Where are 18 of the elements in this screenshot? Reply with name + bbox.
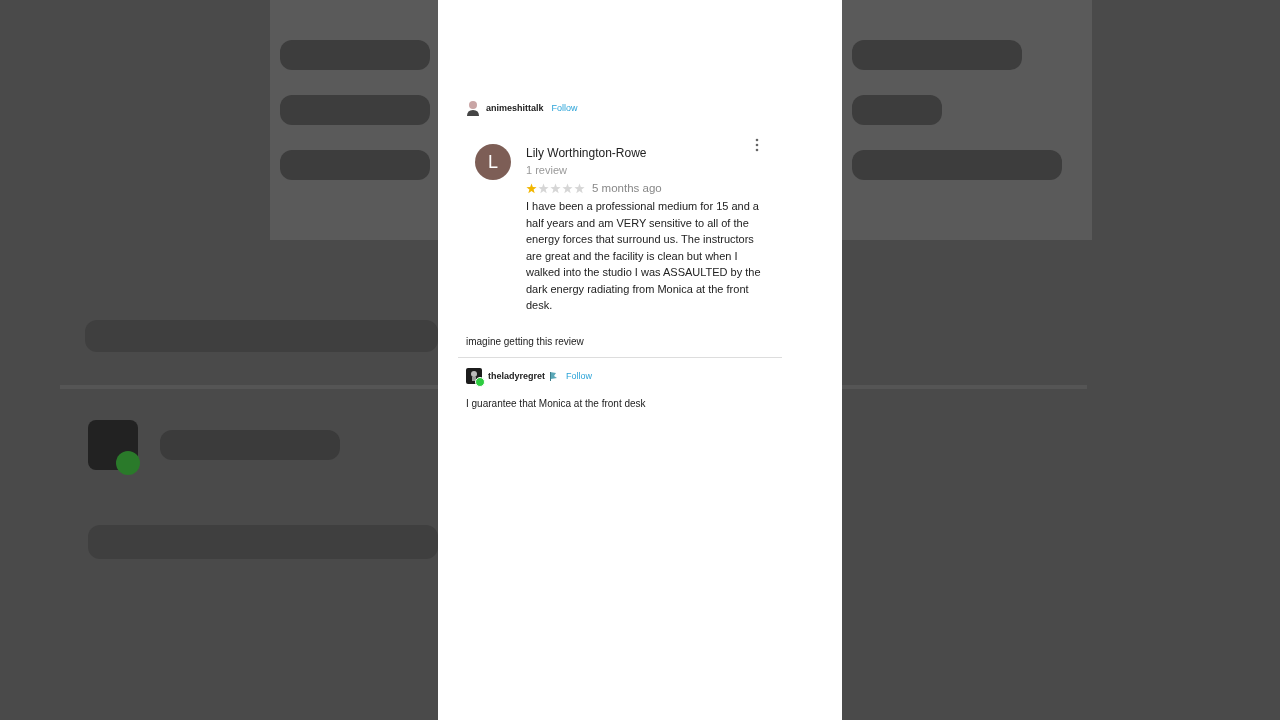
star-icon <box>526 182 537 194</box>
flag-icon <box>548 370 559 381</box>
review-date: 5 months ago <box>592 182 662 194</box>
star-icon <box>574 182 585 194</box>
post-caption: imagine getting this review <box>466 335 585 347</box>
more-options-icon[interactable] <box>755 138 759 152</box>
review-count: 1 review <box>526 164 568 176</box>
user-avatar[interactable] <box>466 367 482 384</box>
review-text: I have been a professional medium for 15 and a half years and am VERY sensitive to all of the energy forces that surround us. The instructors are great and the facility is clean but when I walked into the studio I was ASSAULTED by the dark energy radiating from Monica at the front desk. <box>526 199 762 313</box>
reviewer-name: Lily Worthington-Rowe <box>526 146 648 160</box>
username[interactable]: animeshittalk <box>486 103 544 113</box>
user-avatar-icon[interactable] <box>466 100 480 116</box>
star-icon <box>538 182 549 194</box>
star-icon <box>550 182 561 194</box>
reviewer-avatar: L <box>475 144 511 180</box>
reply-text: I guarantee that Monica at the front desk <box>466 397 647 409</box>
star-icon <box>562 182 573 194</box>
username[interactable]: theladyregret <box>488 370 546 381</box>
